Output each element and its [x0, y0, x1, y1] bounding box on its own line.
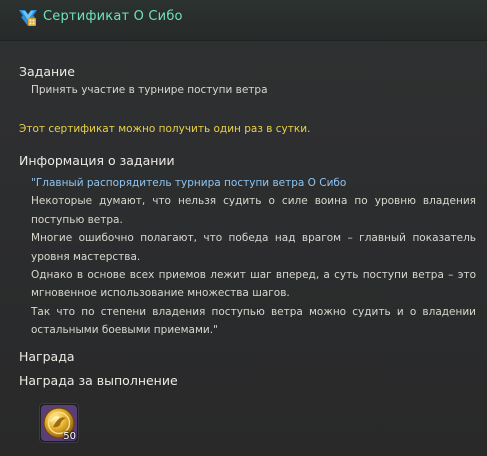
quest-window: Сертификат О Сибо Задание Принять участи…: [0, 0, 487, 456]
title-bar[interactable]: Сертификат О Сибо: [0, 0, 487, 41]
reward-item-slot[interactable]: 50: [39, 403, 79, 443]
completion-reward-heading: Награда за выполнение: [19, 373, 178, 388]
lore-paragraph: Так что по степени владения поступью вет…: [31, 305, 476, 337]
info-heading: Информация о задании: [19, 153, 175, 168]
lore-paragraph: Многие ошибочно полагают, что победа над…: [31, 232, 476, 263]
daily-limit-notice: Этот сертификат можно получить один раз …: [19, 123, 311, 135]
certificate-icon: [18, 8, 38, 28]
task-heading: Задание: [19, 64, 75, 79]
lore-paragraph: Некоторые думают, что нельзя судить о си…: [31, 195, 476, 226]
window-title: Сертификат О Сибо: [43, 9, 183, 24]
task-description: Принять участие в турнире поступи ветра: [31, 84, 268, 96]
quest-lore-text: "Главный распорядитель турнира поступи в…: [31, 174, 476, 340]
lore-paragraph: Однако в основе всех приемов лежит шаг в…: [31, 269, 476, 300]
speaker-line: "Главный распорядитель турнира поступи в…: [31, 177, 347, 189]
reward-item-count: 50: [63, 431, 76, 442]
reward-heading: Награда: [19, 349, 75, 364]
